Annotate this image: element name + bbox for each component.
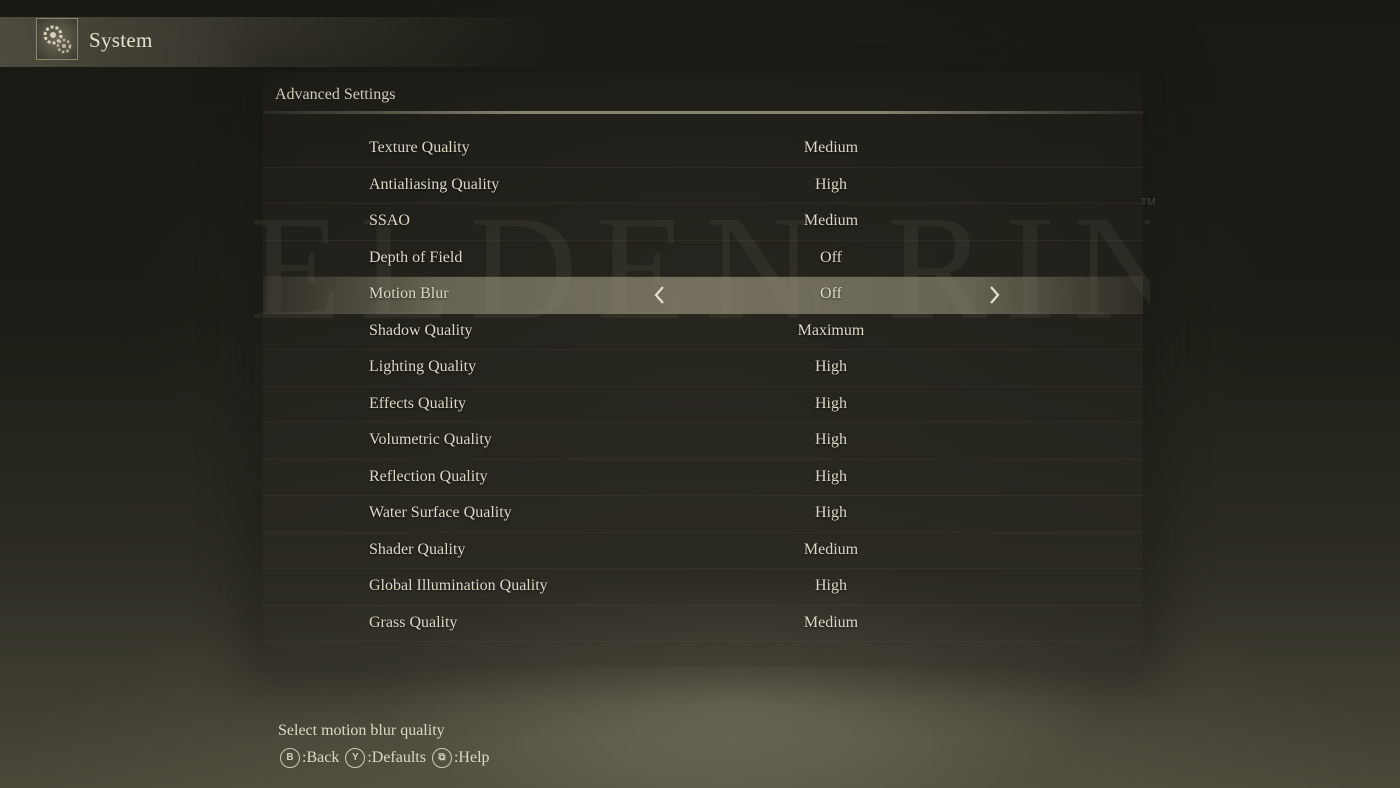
setting-label: Global Illumination Quality bbox=[369, 577, 548, 594]
setting-value: Medium bbox=[803, 212, 859, 229]
setting-label: Depth of Field bbox=[369, 248, 463, 266]
setting-label: Grass Quality bbox=[369, 613, 458, 631]
setting-label: Reflection Quality bbox=[369, 467, 488, 485]
setting-row-ssao[interactable]: SSAO Medium bbox=[263, 204, 1143, 241]
setting-label: Motion Blur bbox=[369, 285, 449, 302]
header-bar: System bbox=[0, 17, 560, 67]
setting-value: Medium bbox=[803, 540, 859, 558]
setting-value: Off bbox=[820, 248, 842, 266]
setting-label: SSAO bbox=[369, 212, 410, 229]
setting-value: High bbox=[815, 504, 847, 521]
setting-row-grass-quality[interactable]: Grass Quality Medium bbox=[263, 606, 1143, 642]
view-button-icon: ⧉ bbox=[431, 748, 452, 768]
setting-value: Off bbox=[820, 285, 842, 302]
setting-row-water-surface-quality[interactable]: Water Surface Quality High bbox=[263, 496, 1143, 533]
defaults-prompt[interactable]: Y :Defaults bbox=[345, 748, 428, 768]
setting-label: Antialiasing Quality bbox=[369, 175, 500, 193]
section-divider bbox=[263, 111, 1143, 114]
setting-label: Water Surface Quality bbox=[369, 504, 512, 521]
setting-value: Medium bbox=[803, 139, 859, 156]
setting-label: Effects Quality bbox=[369, 394, 467, 412]
setting-value: Maximum bbox=[797, 321, 865, 339]
setting-value: High bbox=[815, 577, 847, 594]
setting-row-shadow-quality[interactable]: Shadow Quality Maximum bbox=[263, 314, 1143, 350]
chevron-left-icon[interactable] bbox=[651, 284, 669, 306]
screen: System ELDEN RING TM Advanced Settings T… bbox=[0, 0, 1400, 788]
chevron-right-icon[interactable] bbox=[985, 284, 1003, 306]
trademark-mark: TM bbox=[1141, 197, 1156, 208]
setting-label: Texture Quality bbox=[369, 139, 470, 156]
help-hint-text: Select motion blur quality bbox=[278, 722, 445, 739]
section-title: Advanced Settings bbox=[275, 86, 396, 103]
back-label: :Back bbox=[302, 749, 340, 766]
setting-label: Lighting Quality bbox=[369, 358, 477, 375]
setting-row-motion-blur[interactable]: Motion Blur Off bbox=[263, 277, 1143, 314]
defaults-label: :Defaults bbox=[367, 749, 426, 766]
setting-row-shader-quality[interactable]: Shader Quality Medium bbox=[263, 533, 1143, 569]
setting-value: Medium bbox=[803, 613, 859, 631]
setting-row-reflection-quality[interactable]: Reflection Quality High bbox=[263, 460, 1143, 496]
setting-label: Shadow Quality bbox=[369, 321, 473, 339]
setting-value: High bbox=[815, 431, 847, 448]
help-label: :Help bbox=[453, 749, 490, 766]
help-prompt[interactable]: ⧉ :Help bbox=[431, 748, 492, 768]
setting-row-volumetric-quality[interactable]: Volumetric Quality High bbox=[263, 423, 1143, 460]
setting-value: High bbox=[815, 358, 847, 375]
setting-row-depth-of-field[interactable]: Depth of Field Off bbox=[263, 241, 1143, 277]
setting-row-antialiasing-quality[interactable]: Antialiasing Quality High bbox=[263, 168, 1143, 204]
settings-list: Texture Quality Medium Antialiasing Qual… bbox=[263, 131, 1143, 642]
button-prompts: B :Back Y :Defaults ⧉ :Help bbox=[280, 748, 496, 768]
setting-value: High bbox=[815, 467, 847, 485]
gear-icon bbox=[36, 18, 78, 60]
setting-label: Shader Quality bbox=[369, 540, 466, 558]
y-button-icon: Y bbox=[345, 748, 366, 768]
setting-row-texture-quality[interactable]: Texture Quality Medium bbox=[263, 131, 1143, 168]
back-prompt[interactable]: B :Back bbox=[280, 748, 341, 768]
setting-row-lighting-quality[interactable]: Lighting Quality High bbox=[263, 350, 1143, 387]
setting-row-global-illumination-quality[interactable]: Global Illumination Quality High bbox=[263, 569, 1143, 606]
setting-label: Volumetric Quality bbox=[369, 431, 492, 448]
setting-row-effects-quality[interactable]: Effects Quality High bbox=[263, 387, 1143, 423]
setting-value: High bbox=[815, 394, 847, 412]
setting-value: High bbox=[815, 175, 847, 193]
page-title: System bbox=[89, 28, 153, 52]
b-button-icon: B bbox=[280, 748, 300, 768]
